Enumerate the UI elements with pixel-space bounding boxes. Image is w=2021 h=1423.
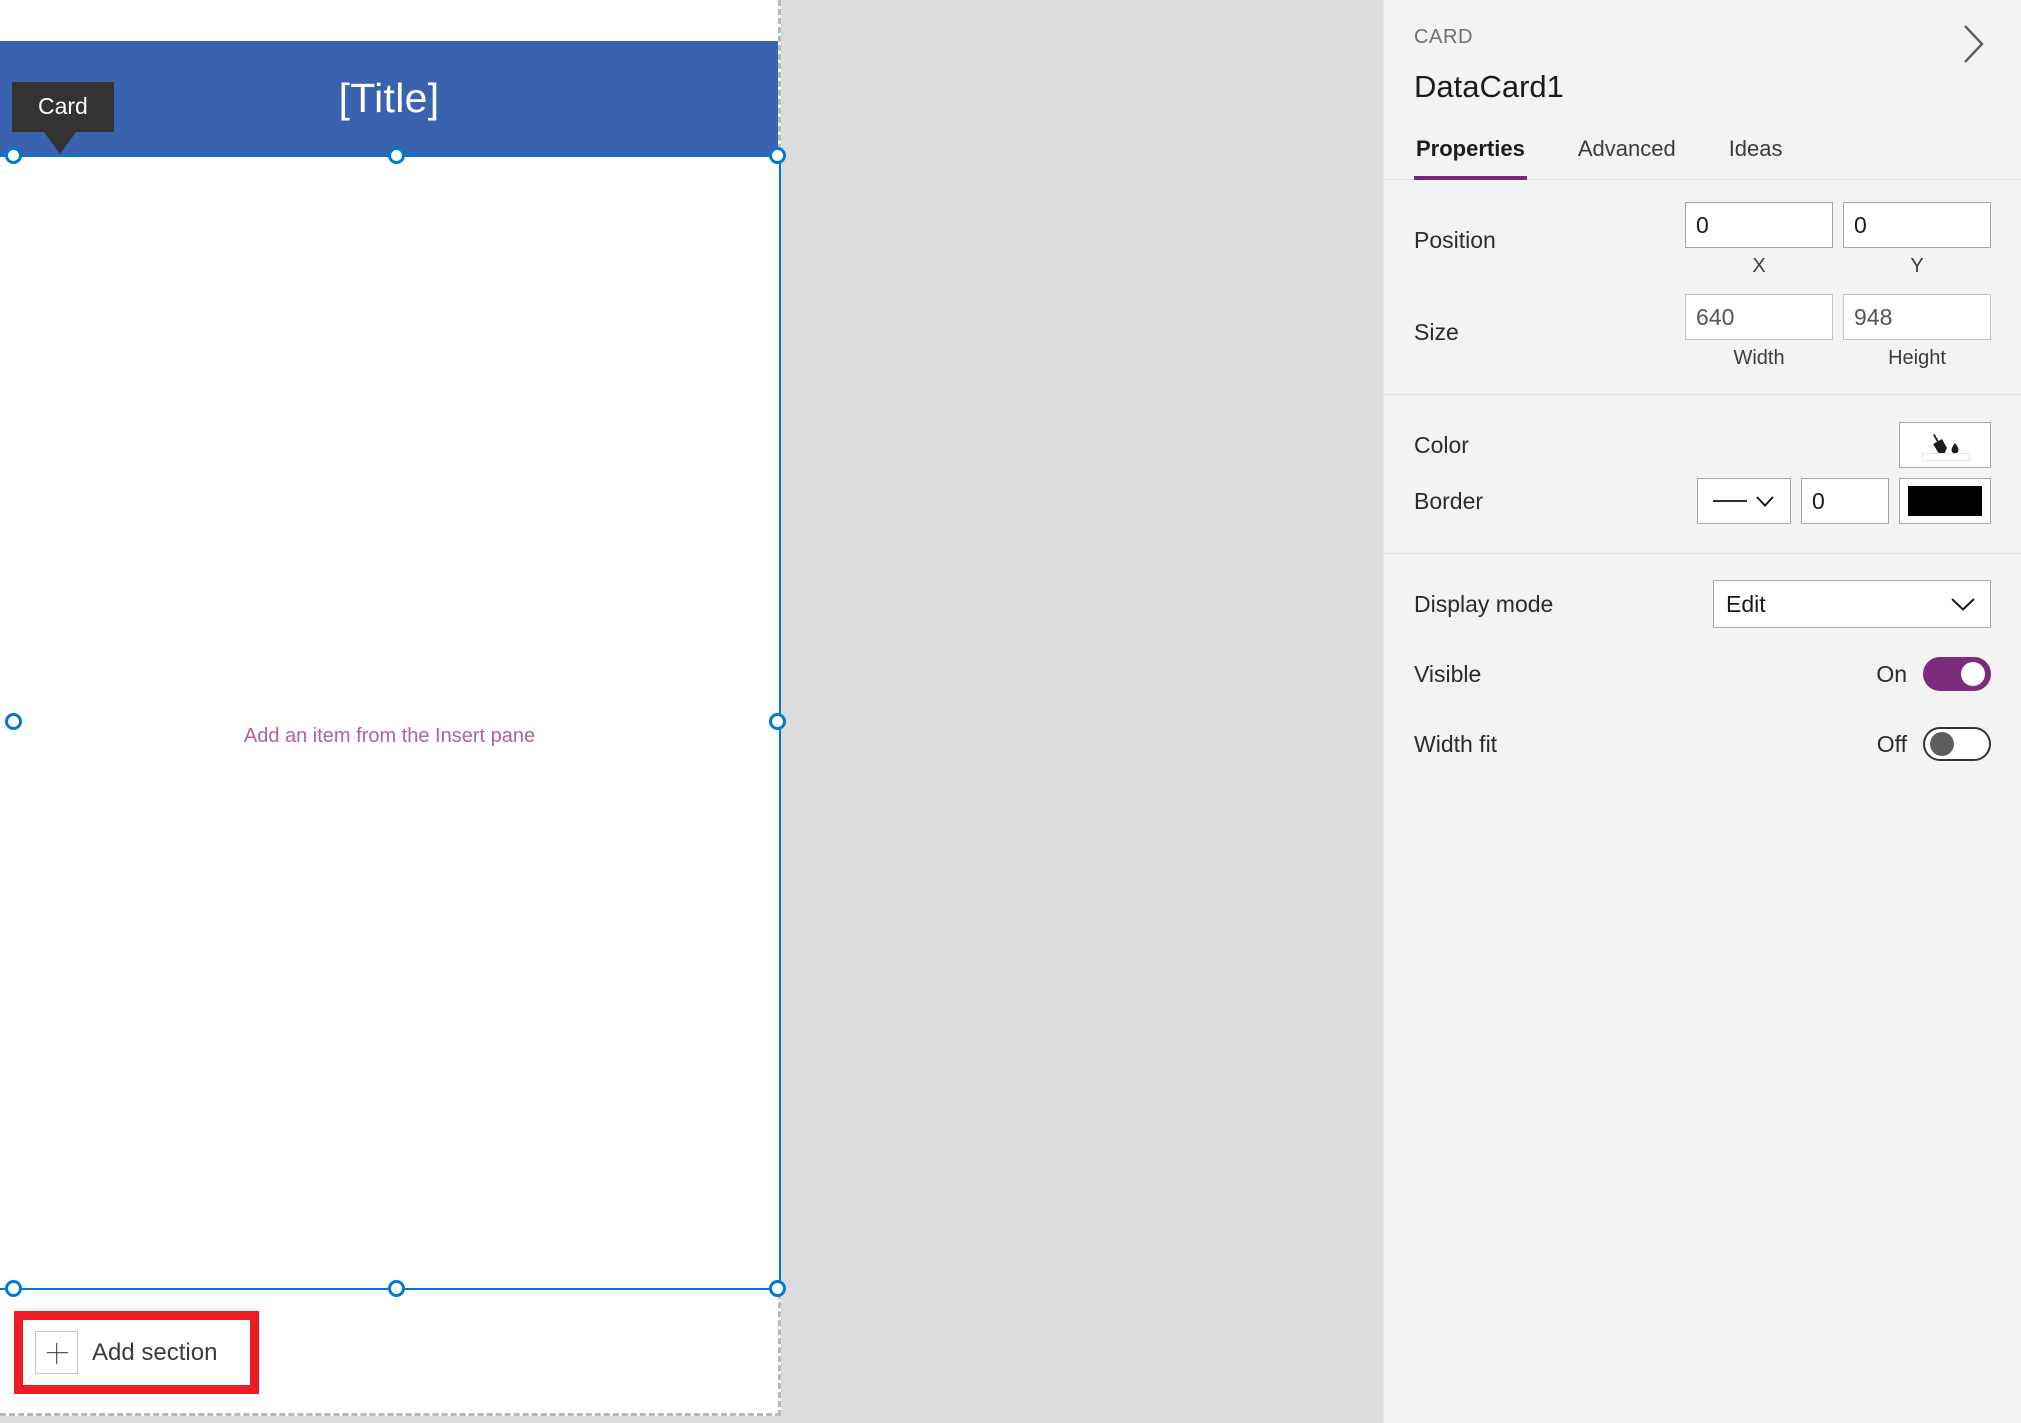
row-size: Size Width Height [1414, 294, 1991, 370]
resize-handle-bottom-center[interactable] [388, 1280, 405, 1297]
collapse-panel-button[interactable] [1949, 20, 1997, 68]
display-mode-value: Edit [1726, 590, 1766, 617]
panel-title: DataCard1 [1414, 69, 1564, 104]
display-mode-label: Display mode [1414, 590, 1554, 617]
border-label: Border [1414, 487, 1484, 514]
row-display-mode: Display mode Edit [1414, 576, 1991, 632]
tab-advanced-label: Advanced [1577, 136, 1676, 161]
card-tooltip-label: Card [12, 82, 114, 133]
position-y-input[interactable] [1843, 202, 1991, 248]
tab-properties-label: Properties [1416, 136, 1525, 161]
position-x-col: X [1685, 202, 1833, 278]
display-mode-dropdown[interactable]: Edit [1713, 580, 1991, 628]
resize-handle-top-left[interactable] [5, 147, 22, 164]
visible-toggle[interactable] [1923, 657, 1991, 691]
border-line-sample-icon [1713, 500, 1747, 502]
size-label: Size [1414, 318, 1459, 345]
tab-ideas[interactable]: Ideas [1727, 130, 1785, 180]
position-y-col: Y [1843, 202, 1991, 278]
fill-color-swatch [1922, 453, 1970, 461]
resize-handle-middle-right[interactable] [769, 713, 786, 730]
resize-handle-middle-left[interactable] [5, 713, 22, 730]
datacard-selection-box[interactable]: Add an item from the Insert pane [0, 155, 781, 1290]
card-tooltip-badge: Card [12, 82, 114, 155]
color-label: Color [1414, 431, 1469, 458]
size-height-input[interactable] [1843, 294, 1991, 340]
resize-handle-bottom-left[interactable] [5, 1280, 22, 1297]
chevron-down-icon [1756, 495, 1774, 507]
position-x-input[interactable] [1685, 202, 1833, 248]
resize-handle-top-right[interactable] [769, 147, 786, 164]
size-height-sublabel: Height [1888, 347, 1946, 369]
annotation-highlight-rectangle [14, 1311, 259, 1394]
card-empty-placeholder: Add an item from the Insert pane [243, 725, 536, 747]
size-width-col: Width [1685, 294, 1833, 370]
position-fields: X Y [1685, 202, 1991, 278]
border-color-swatch [1908, 486, 1982, 516]
form-title-bar[interactable]: [Title] [0, 41, 778, 156]
card-tooltip-pointer [44, 132, 76, 155]
visible-state-label: On [1876, 660, 1907, 687]
visible-label: Visible [1414, 660, 1482, 687]
resize-handle-top-center[interactable] [388, 147, 405, 164]
position-x-sublabel: X [1752, 255, 1766, 277]
row-width-fit: Width fit Off [1414, 716, 1991, 772]
row-position: Position X Y [1414, 202, 1991, 278]
resize-handle-bottom-right[interactable] [769, 1280, 786, 1297]
position-label: Position [1414, 226, 1496, 253]
border-thickness-input[interactable] [1801, 478, 1889, 524]
row-color: Color [1414, 417, 1991, 473]
width-fit-toggle-wrap: Off [1877, 727, 1991, 761]
size-height-col: Height [1843, 294, 1991, 370]
tab-ideas-label: Ideas [1728, 136, 1783, 161]
section-color-border: Color Border [1384, 395, 2021, 554]
panel-kicker: CARD [1414, 26, 1474, 48]
width-fit-toggle-knob [1930, 732, 1954, 756]
row-border: Border [1414, 473, 1991, 529]
width-fit-state-label: Off [1876, 730, 1907, 757]
position-y-sublabel: Y [1910, 255, 1924, 277]
panel-tabs: Properties Advanced Ideas [1384, 129, 2021, 180]
tab-properties[interactable]: Properties [1414, 130, 1527, 180]
visible-toggle-knob [1961, 662, 1985, 686]
form-title-text: [Title] [338, 75, 440, 121]
power-apps-editor: [Title] Add an item from the Insert pane… [0, 0, 2021, 1423]
tab-advanced[interactable]: Advanced [1576, 130, 1678, 180]
size-width-sublabel: Width [1733, 347, 1785, 369]
section-display-options: Display mode Edit Visible On Width fit O… [1384, 554, 2021, 796]
row-visible: Visible On [1414, 646, 1991, 702]
size-width-input[interactable] [1685, 294, 1833, 340]
canvas-area: [Title] Add an item from the Insert pane… [0, 0, 1382, 1423]
section-position-size: Position X Y Size Wi [1384, 180, 2021, 395]
chevron-right-icon [1964, 25, 1984, 63]
width-fit-label: Width fit [1414, 730, 1498, 757]
size-fields: Width Height [1685, 294, 1991, 370]
width-fit-toggle[interactable] [1923, 727, 1991, 761]
properties-panel: CARD DataCard1 Properties Advanced Ideas… [1383, 0, 2021, 1423]
chevron-down-icon [1951, 597, 1975, 611]
border-color-button[interactable] [1899, 478, 1991, 524]
border-fields [1697, 478, 1991, 524]
visible-toggle-wrap: On [1876, 657, 1991, 691]
fill-color-button[interactable] [1899, 422, 1991, 468]
panel-header: CARD DataCard1 [1384, 0, 2021, 105]
border-style-dropdown[interactable] [1697, 478, 1791, 524]
